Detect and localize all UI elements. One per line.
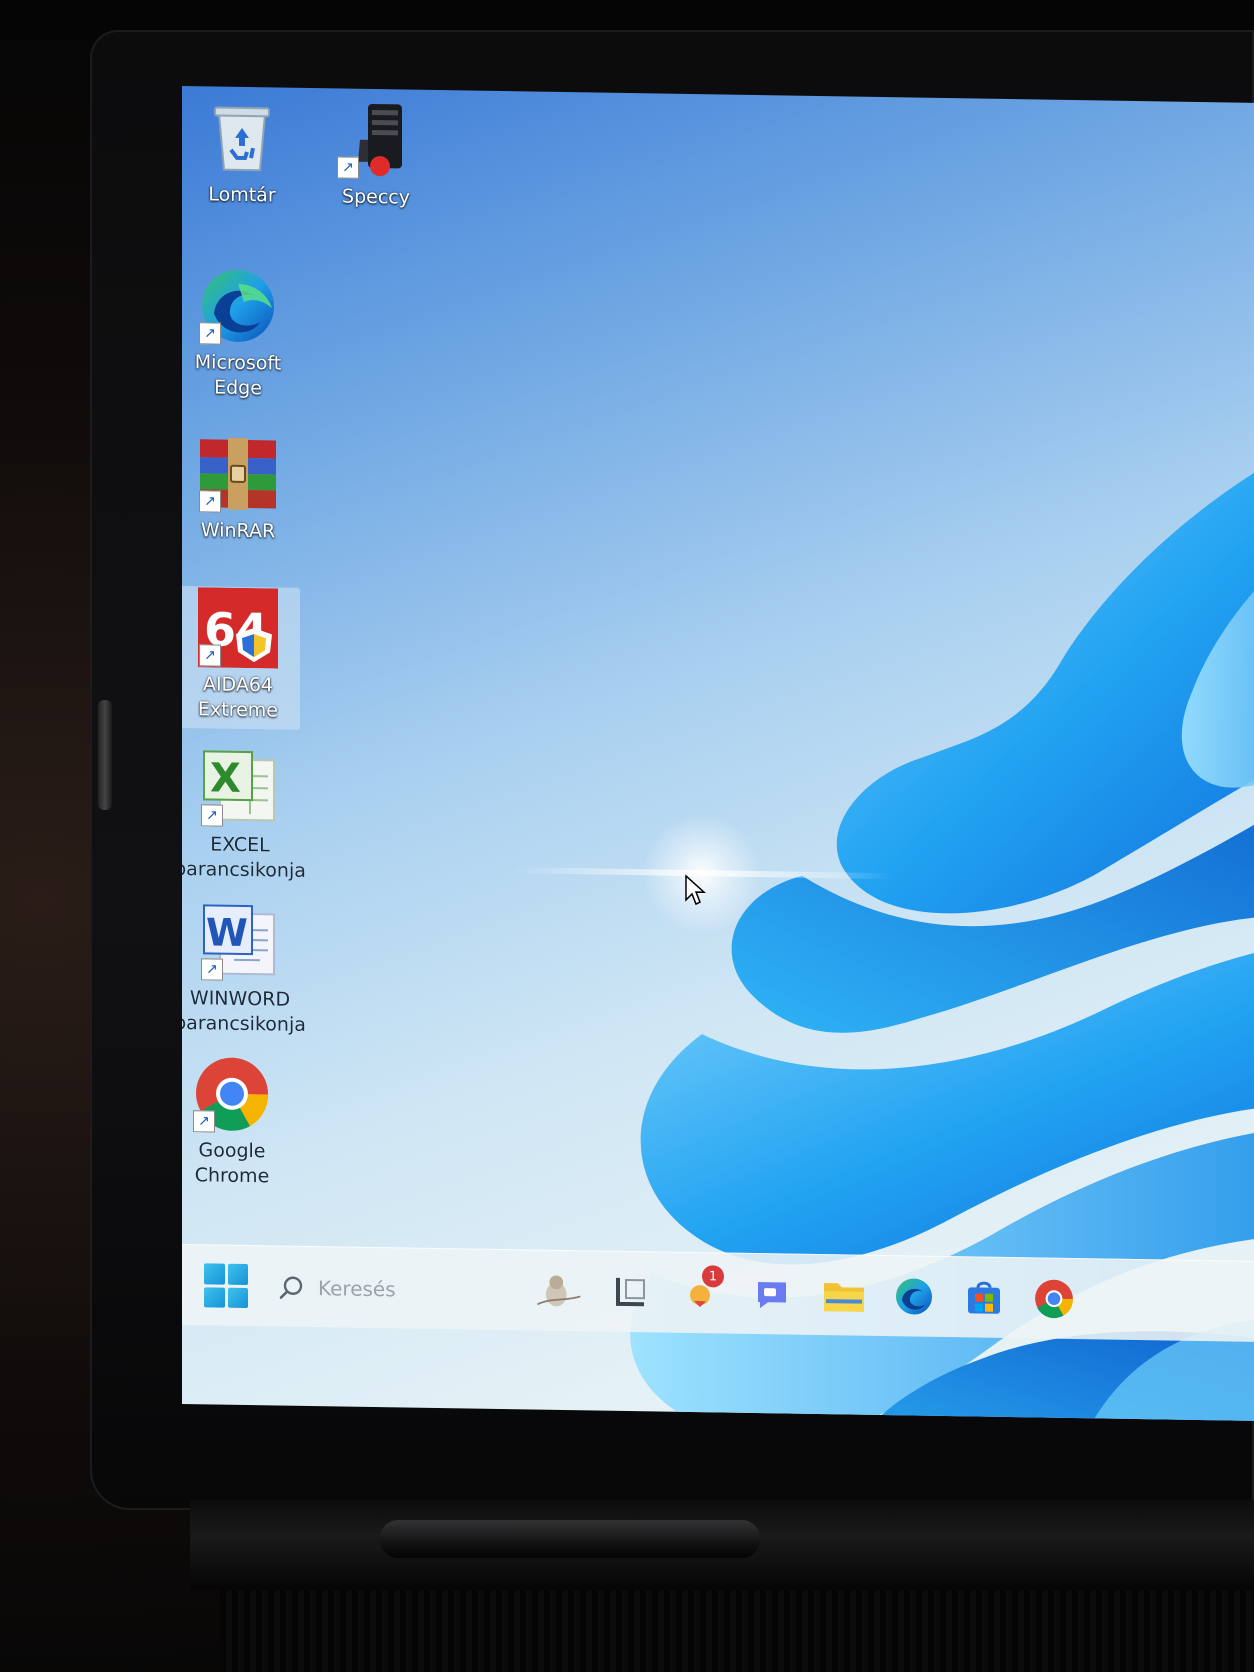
- desktop-icon-grid: Lomtár ↗ Speccy ↗ Microsoft Edge ↗ WinRA…: [182, 86, 1254, 1343]
- desktop-icon-label: Speccy: [342, 185, 410, 209]
- taskbar-chat[interactable]: [748, 1270, 796, 1319]
- shortcut-arrow-icon: ↗: [199, 644, 221, 667]
- start-button[interactable]: [204, 1263, 248, 1309]
- hinge-highlight: [380, 1520, 760, 1558]
- search-placeholder: Keresés: [318, 1276, 396, 1302]
- recycle-bin-icon: [214, 106, 270, 172]
- desktop-icon-chrome[interactable]: ↗ Google Chrome: [182, 1052, 292, 1190]
- taskbar-file-explorer[interactable]: [820, 1271, 868, 1320]
- keyboard-grille: [220, 1590, 1254, 1672]
- windows-logo-pane: [204, 1286, 225, 1308]
- folder-icon: [824, 1283, 864, 1312]
- edge-icon: [896, 1278, 932, 1315]
- search-icon: [279, 1276, 303, 1299]
- taskbar-widgets[interactable]: [534, 1267, 582, 1316]
- chrome-icon: [1035, 1279, 1073, 1319]
- desktop-icon-label: Lomtár: [208, 183, 276, 207]
- desktop-icon-word[interactable]: W ↗ WINWORD parancsikonja: [182, 900, 306, 1038]
- chat-icon: [758, 1282, 786, 1309]
- taskbar-edge[interactable]: [890, 1272, 938, 1321]
- desktop-icon-label: WINWORD parancsikonja: [182, 987, 306, 1036]
- mouse-pointer-icon: [685, 874, 706, 906]
- desktop-icon-label: Microsoft Edge: [194, 351, 282, 400]
- taskbar: Keresés 1: [182, 1244, 1254, 1342]
- desktop-icon-excel[interactable]: X ↗ EXCEL parancsikonja: [182, 746, 306, 884]
- desktop-icon-winrar[interactable]: ↗ WinRAR: [182, 432, 298, 545]
- svg-text:X: X: [210, 755, 241, 801]
- taskbar-chrome[interactable]: [1030, 1274, 1078, 1323]
- svg-text:W: W: [206, 910, 248, 955]
- desktop-icon-recycle-bin[interactable]: Lomtár: [182, 96, 302, 209]
- windows-desktop: Lomtár ↗ Speccy ↗ Microsoft Edge ↗ WinRA…: [182, 86, 1254, 1421]
- desktop-icon-label: Google Chrome: [194, 1139, 270, 1188]
- desktop-icon-edge[interactable]: ↗ Microsoft Edge: [182, 264, 298, 402]
- shortcut-arrow-icon: ↗: [201, 958, 223, 981]
- taskbar-store[interactable]: [960, 1273, 1008, 1322]
- shortcut-arrow-icon: ↗: [201, 804, 223, 827]
- laptop-side-switch: [98, 700, 112, 810]
- store-icon: [968, 1281, 1000, 1314]
- windows-logo-pane: [227, 1263, 248, 1285]
- shortcut-arrow-icon: ↗: [199, 322, 221, 345]
- shortcut-arrow-icon: ↗: [337, 156, 359, 179]
- taskbar-notifications[interactable]: 1: [678, 1265, 726, 1318]
- taskbar-task-view[interactable]: [606, 1268, 654, 1317]
- desktop-icon-aida64[interactable]: 64 ↗ AIDA64 Extreme: [182, 585, 300, 730]
- windows-logo-pane: [227, 1287, 248, 1309]
- notification-badge: 1: [702, 1265, 724, 1288]
- shortcut-arrow-icon: ↗: [199, 490, 221, 513]
- task-view-icon: [616, 1277, 645, 1307]
- desktop-icon-label: AIDA64 Extreme: [198, 673, 278, 722]
- taskbar-search-box[interactable]: Keresés: [278, 1269, 498, 1310]
- desktop-icon-label: WinRAR: [200, 519, 276, 543]
- widgets-icon: [537, 1275, 581, 1307]
- desktop-icon-label: EXCEL parancsikonja: [182, 833, 306, 882]
- windows-logo-pane: [204, 1263, 225, 1285]
- shortcut-arrow-icon: ↗: [193, 1110, 215, 1133]
- desktop-icon-speccy[interactable]: ↗ Speccy: [316, 98, 436, 211]
